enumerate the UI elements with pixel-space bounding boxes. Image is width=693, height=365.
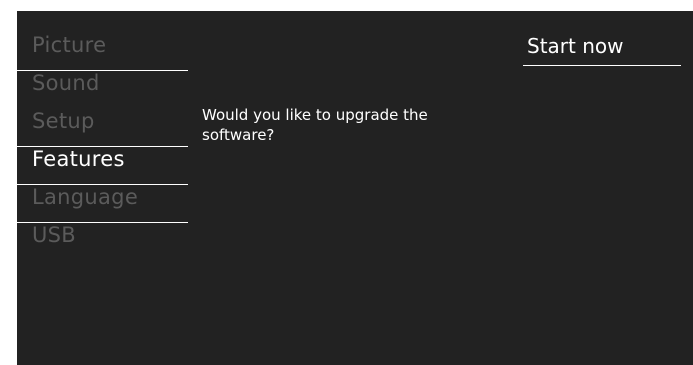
menu-item-label: Setup xyxy=(32,109,95,133)
menu-item-picture[interactable]: Picture xyxy=(17,33,188,71)
features-menu: Picture Sound Setup Features Language US… xyxy=(17,33,188,261)
menu-item-label: USB xyxy=(32,223,77,247)
upgrade-prompt-text: Would you like to upgrade the software? xyxy=(202,106,428,144)
menu-item-label: Features xyxy=(32,147,125,171)
menu-item-language[interactable]: Language xyxy=(17,185,188,223)
menu-item-usb[interactable]: USB xyxy=(17,223,188,261)
start-now-button[interactable]: Start now xyxy=(523,34,681,66)
menu-item-features[interactable]: Features xyxy=(17,147,188,185)
menu-item-label: Language xyxy=(32,185,139,209)
menu-item-label: Sound xyxy=(32,71,100,95)
tv-menu-screen: Picture Sound Setup Features Language US… xyxy=(17,11,693,365)
menu-item-label: Picture xyxy=(32,33,107,57)
menu-item-setup[interactable]: Setup xyxy=(17,109,188,147)
start-now-label: Start now xyxy=(527,34,624,58)
menu-item-sound[interactable]: Sound xyxy=(17,71,188,109)
